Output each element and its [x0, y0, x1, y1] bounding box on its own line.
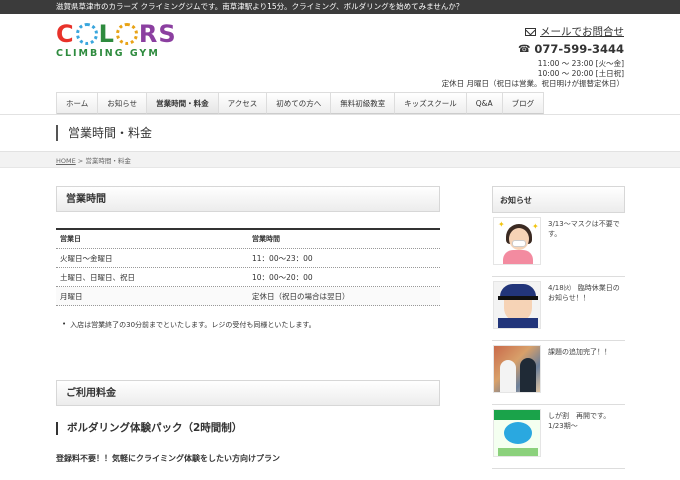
mail-icon [525, 27, 536, 36]
logo-letter-s: S [158, 20, 177, 48]
news-title[interactable]: しが割 再開です。1/23期～ [548, 409, 625, 464]
logo-ring-o2 [115, 23, 138, 45]
table-row: 土曜日、日曜日、祝日 10：00～20：00 [56, 268, 440, 287]
nav-item-kids-school[interactable]: キッズスクール [395, 92, 467, 114]
sidebar-news-title: お知らせ [492, 186, 625, 213]
logo-letter-c: C [56, 20, 75, 48]
fees-section-title: ご利用料金 [56, 380, 440, 406]
page-title-bar: 営業時間・料金 [0, 114, 680, 152]
page-title: 営業時間・料金 [56, 125, 152, 141]
breadcrumb-separator: > [75, 157, 86, 165]
bouldering-package-heading: ボルダリング体験パック（2時間制） [56, 422, 440, 435]
illustration-suit [498, 318, 538, 328]
news-item[interactable]: 4/18㈫ 臨時休業日のお知らせ！！ [492, 277, 625, 341]
news-title[interactable]: 課題の追加完了！！ [548, 345, 611, 400]
breadcrumb: HOME > 営業時間・料金 [56, 155, 131, 165]
nav-item-home[interactable]: ホーム [57, 92, 99, 114]
sparkle-icon: ✦ [498, 220, 505, 229]
hours-section-title: 営業時間 [56, 186, 440, 212]
table-row: 月曜日 定休日（祝日の場合は翌日） [56, 287, 440, 306]
hours-day-cell: 月曜日 [60, 292, 83, 301]
nav-item-news[interactable]: お知らせ [98, 92, 148, 114]
logo-letter-l: L [98, 20, 115, 48]
nav-item-faq[interactable]: Q&A [466, 92, 503, 114]
nav-item-free-class[interactable]: 無料初級教室 [331, 92, 396, 114]
main-content: 営業時間 営業日 営業時間 火曜日～金曜日 11：00～23：00 土曜日、日曜… [56, 186, 440, 464]
nav-item-beginners[interactable]: 初めての方へ [267, 92, 332, 114]
news-thumbnail-mask-girl[interactable]: ✦ ✦ [493, 217, 541, 265]
site-logo[interactable]: C L R S CLIMBING GYM [56, 22, 196, 62]
phone-icon: ☎ [517, 43, 531, 55]
hours-line-weekend: 10:00 ～ 20:00 [土日祝] [537, 69, 624, 78]
hours-time-cell: 11：00～23：00 [252, 254, 313, 263]
hours-table-header: 営業日 営業時間 [56, 230, 440, 249]
hours-line-weekday: 11:00 ～ 23:00 [火～金] [537, 59, 624, 68]
illustration-body [503, 250, 533, 264]
news-title[interactable]: 3/13～マスクは不要です。 [548, 217, 625, 272]
hours-header-day: 営業日 [60, 235, 81, 243]
logo-subtitle: CLIMBING GYM [56, 48, 160, 59]
illustration-mask [512, 240, 526, 247]
news-title[interactable]: 4/18㈫ 臨時休業日のお知らせ！！ [548, 281, 625, 336]
news-thumbnail-staff[interactable] [493, 281, 541, 329]
entry-note: • 入店は営業終了の30分前までといたします。レジの受付も同様といたします。 [56, 320, 440, 330]
hours-time-cell: 定休日（祝日の場合は翌日） [252, 292, 350, 301]
nav-item-access[interactable]: アクセス [218, 92, 268, 114]
nav-item-hours-fees[interactable]: 営業時間・料金 [147, 92, 219, 114]
news-item[interactable]: ✦ ✦ 3/13～マスクは不要です。 [492, 213, 625, 277]
flyer-strip [498, 448, 538, 456]
phone-number-text: 077-599-3444 [534, 42, 624, 56]
photo-person-right [520, 358, 536, 392]
bullet-icon: • [62, 320, 67, 328]
table-row: 火曜日～金曜日 11：00～23：00 [56, 249, 440, 268]
hours-header-time: 営業時間 [252, 235, 280, 243]
top-announcement-text: 滋賀県草津市のカラーズ クライミングジムです。南草津駅より15分。クライミング、… [56, 2, 464, 11]
nav-item-blog[interactable]: ブログ [502, 92, 545, 114]
news-thumbnail-climbers-photo[interactable] [493, 345, 541, 393]
flyer-bubble [504, 422, 532, 444]
hours-time-cell: 10：00～20：00 [252, 273, 313, 282]
hours-day-cell: 土曜日、日曜日、祝日 [60, 273, 135, 282]
main-navigation: ホーム お知らせ 営業時間・料金 アクセス 初めての方へ 無料初級教室 キッズス… [56, 92, 545, 114]
contact-block: メールでお問合せ ☎ 077-599-3444 11:00 ～ 23:00 [火… [442, 24, 624, 89]
phone-number: ☎ 077-599-3444 [442, 42, 624, 56]
package-lead-text: 登録料不要！！気軽にクライミング体験をしたい方向けプラン [56, 454, 280, 463]
logo-letter-r: R [138, 20, 159, 48]
news-thumbnail-shigawari-flyer[interactable] [493, 409, 541, 457]
sidebar: お知らせ ✦ ✦ 3/13～マスクは不要です。 4/18㈫ 臨時休業日のお知らせ… [492, 186, 625, 469]
logo-wordmark: C L R S [56, 22, 196, 46]
entry-note-text: 入店は営業終了の30分前までといたします。レジの受付も同様といたします。 [70, 321, 316, 329]
breadcrumb-current: 営業時間・料金 [85, 157, 131, 165]
sparkle-icon: ✦ [532, 222, 539, 231]
news-item[interactable]: しが割 再開です。1/23期～ [492, 405, 625, 469]
hours-table: 営業日 営業時間 火曜日～金曜日 11：00～23：00 土曜日、日曜日、祝日 … [56, 228, 440, 306]
news-item[interactable]: 課題の追加完了！！ [492, 341, 625, 405]
mail-contact-link[interactable]: メールでお問合せ [442, 24, 624, 39]
top-announcement-bar: 滋賀県草津市のカラーズ クライミングジムです。南草津駅より15分。クライミング、… [0, 0, 680, 14]
business-hours-summary: 11:00 ～ 23:00 [火～金] 10:00 ～ 20:00 [土日祝] … [442, 59, 624, 89]
breadcrumb-bar: HOME > 営業時間・料金 [0, 152, 680, 168]
breadcrumb-home-link[interactable]: HOME [56, 157, 76, 165]
hours-day-cell: 火曜日～金曜日 [60, 254, 113, 263]
logo-ring-o1 [75, 23, 98, 45]
photo-person-left [500, 360, 516, 392]
flyer-band [494, 410, 540, 420]
mail-contact-label: メールでお問合せ [540, 26, 624, 38]
hours-line-closed: 定休日 月曜日（祝日は営業。祝日明けが振替定休日） [441, 79, 624, 88]
